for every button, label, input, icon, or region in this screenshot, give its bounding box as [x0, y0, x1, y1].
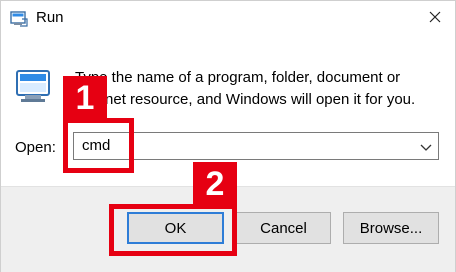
title-bar: Run: [1, 1, 455, 37]
step2-highlight: [109, 204, 237, 256]
cancel-button[interactable]: Cancel: [236, 212, 331, 244]
browse-button[interactable]: Browse...: [343, 212, 439, 244]
window-title: Run: [36, 9, 64, 26]
run-icon: [10, 10, 28, 28]
open-label: Open:: [15, 139, 56, 156]
description-line: Internet resource, and Windows will open…: [75, 91, 416, 108]
close-icon: [429, 10, 441, 28]
close-button[interactable]: [421, 7, 449, 31]
description-line: Type the name of a program, folder, docu…: [75, 69, 401, 86]
step1-badge: 1: [63, 76, 107, 120]
step2-badge: 2: [193, 162, 237, 206]
description: Type the name of a program, folder, docu…: [75, 67, 435, 111]
step1-highlight: [63, 118, 134, 173]
run-program-icon: [15, 67, 55, 107]
chevron-down-icon[interactable]: [420, 140, 432, 152]
